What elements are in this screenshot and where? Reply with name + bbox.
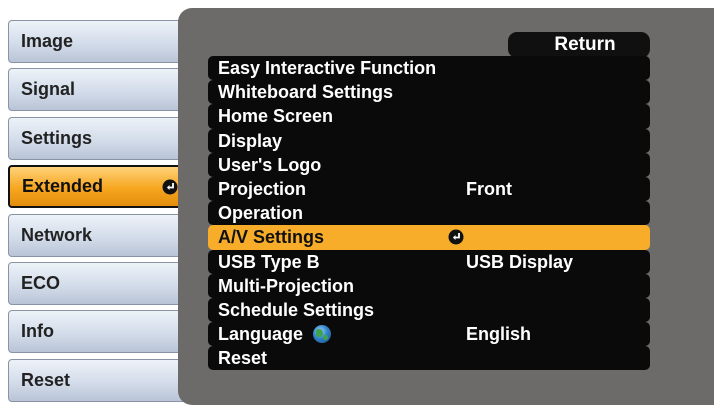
row-label: A/V Settings — [218, 227, 325, 248]
menu-tab-eco[interactable]: ECO — [8, 262, 188, 305]
row-label: Easy Interactive Function — [218, 58, 437, 78]
row-usb-type-b[interactable]: USB Type B USB Display — [208, 249, 650, 274]
row-label: Whiteboard Settings — [218, 82, 393, 103]
row-av-settings[interactable]: A/V Settings — [208, 225, 650, 250]
row-label: Schedule Settings — [218, 299, 375, 320]
menu-tab-label: Extended — [22, 176, 104, 196]
menu-tab-label: Network — [21, 225, 93, 245]
row-reset[interactable]: Reset — [208, 346, 650, 371]
menu-tab-settings[interactable]: Settings — [8, 117, 188, 160]
row-label: Language — [218, 324, 304, 345]
menu-tab-signal[interactable]: Signal — [8, 68, 188, 111]
row-language[interactable]: Language English — [208, 322, 650, 347]
globe-icon — [313, 325, 332, 344]
settings-list: Easy Interactive Function Whiteboard Set… — [208, 56, 650, 371]
return-label: Return — [554, 34, 616, 55]
menu-tab-label: ECO — [21, 273, 61, 293]
return-button[interactable]: Return — [508, 32, 650, 58]
row-label: Projection — [218, 178, 307, 199]
enter-icon — [162, 179, 178, 194]
row-label: User's Logo — [218, 154, 322, 175]
row-label-wrap: Language — [218, 323, 332, 345]
row-value: English — [466, 324, 532, 345]
row-display[interactable]: Display — [208, 128, 650, 153]
menu-tab-reset[interactable]: Reset — [8, 359, 188, 402]
menu-tab-extended[interactable]: Extended — [8, 165, 188, 208]
menu-tab-label: Reset — [21, 370, 71, 390]
enter-icon — [448, 229, 464, 245]
row-label: USB Type B — [218, 251, 320, 272]
row-label: Multi-Projection — [218, 275, 354, 296]
row-users-logo[interactable]: User's Logo — [208, 152, 650, 177]
row-label: Display — [218, 130, 283, 151]
row-value: Front — [466, 178, 512, 199]
menu-tab-label: Info — [21, 321, 54, 341]
left-menu: Image Signal Settings Extended Network E… — [0, 0, 192, 409]
row-label: Reset — [218, 348, 268, 369]
row-operation[interactable]: Operation — [208, 201, 650, 226]
row-label: Home Screen — [218, 106, 334, 127]
row-value: USB Display — [466, 251, 574, 272]
menu-tab-label: Signal — [21, 79, 76, 99]
menu-tab-image[interactable]: Image — [8, 20, 188, 63]
menu-tab-network[interactable]: Network — [8, 214, 188, 257]
menu-tab-label: Settings — [21, 128, 93, 148]
row-schedule-settings[interactable]: Schedule Settings — [208, 297, 650, 323]
row-projection[interactable]: Projection Front — [208, 176, 650, 202]
row-label: Operation — [218, 203, 304, 224]
menu-tab-label: Image — [21, 31, 74, 51]
row-easy-interactive-function[interactable]: Easy Interactive Function — [208, 56, 650, 81]
menu-tab-info[interactable]: Info — [8, 310, 188, 353]
submenu-panel: Return Easy Interactive Function Whitebo… — [178, 8, 714, 405]
row-whiteboard-settings[interactable]: Whiteboard Settings — [208, 80, 650, 105]
row-multi-projection[interactable]: Multi-Projection — [208, 273, 650, 298]
row-home-screen[interactable]: Home Screen — [208, 104, 650, 129]
